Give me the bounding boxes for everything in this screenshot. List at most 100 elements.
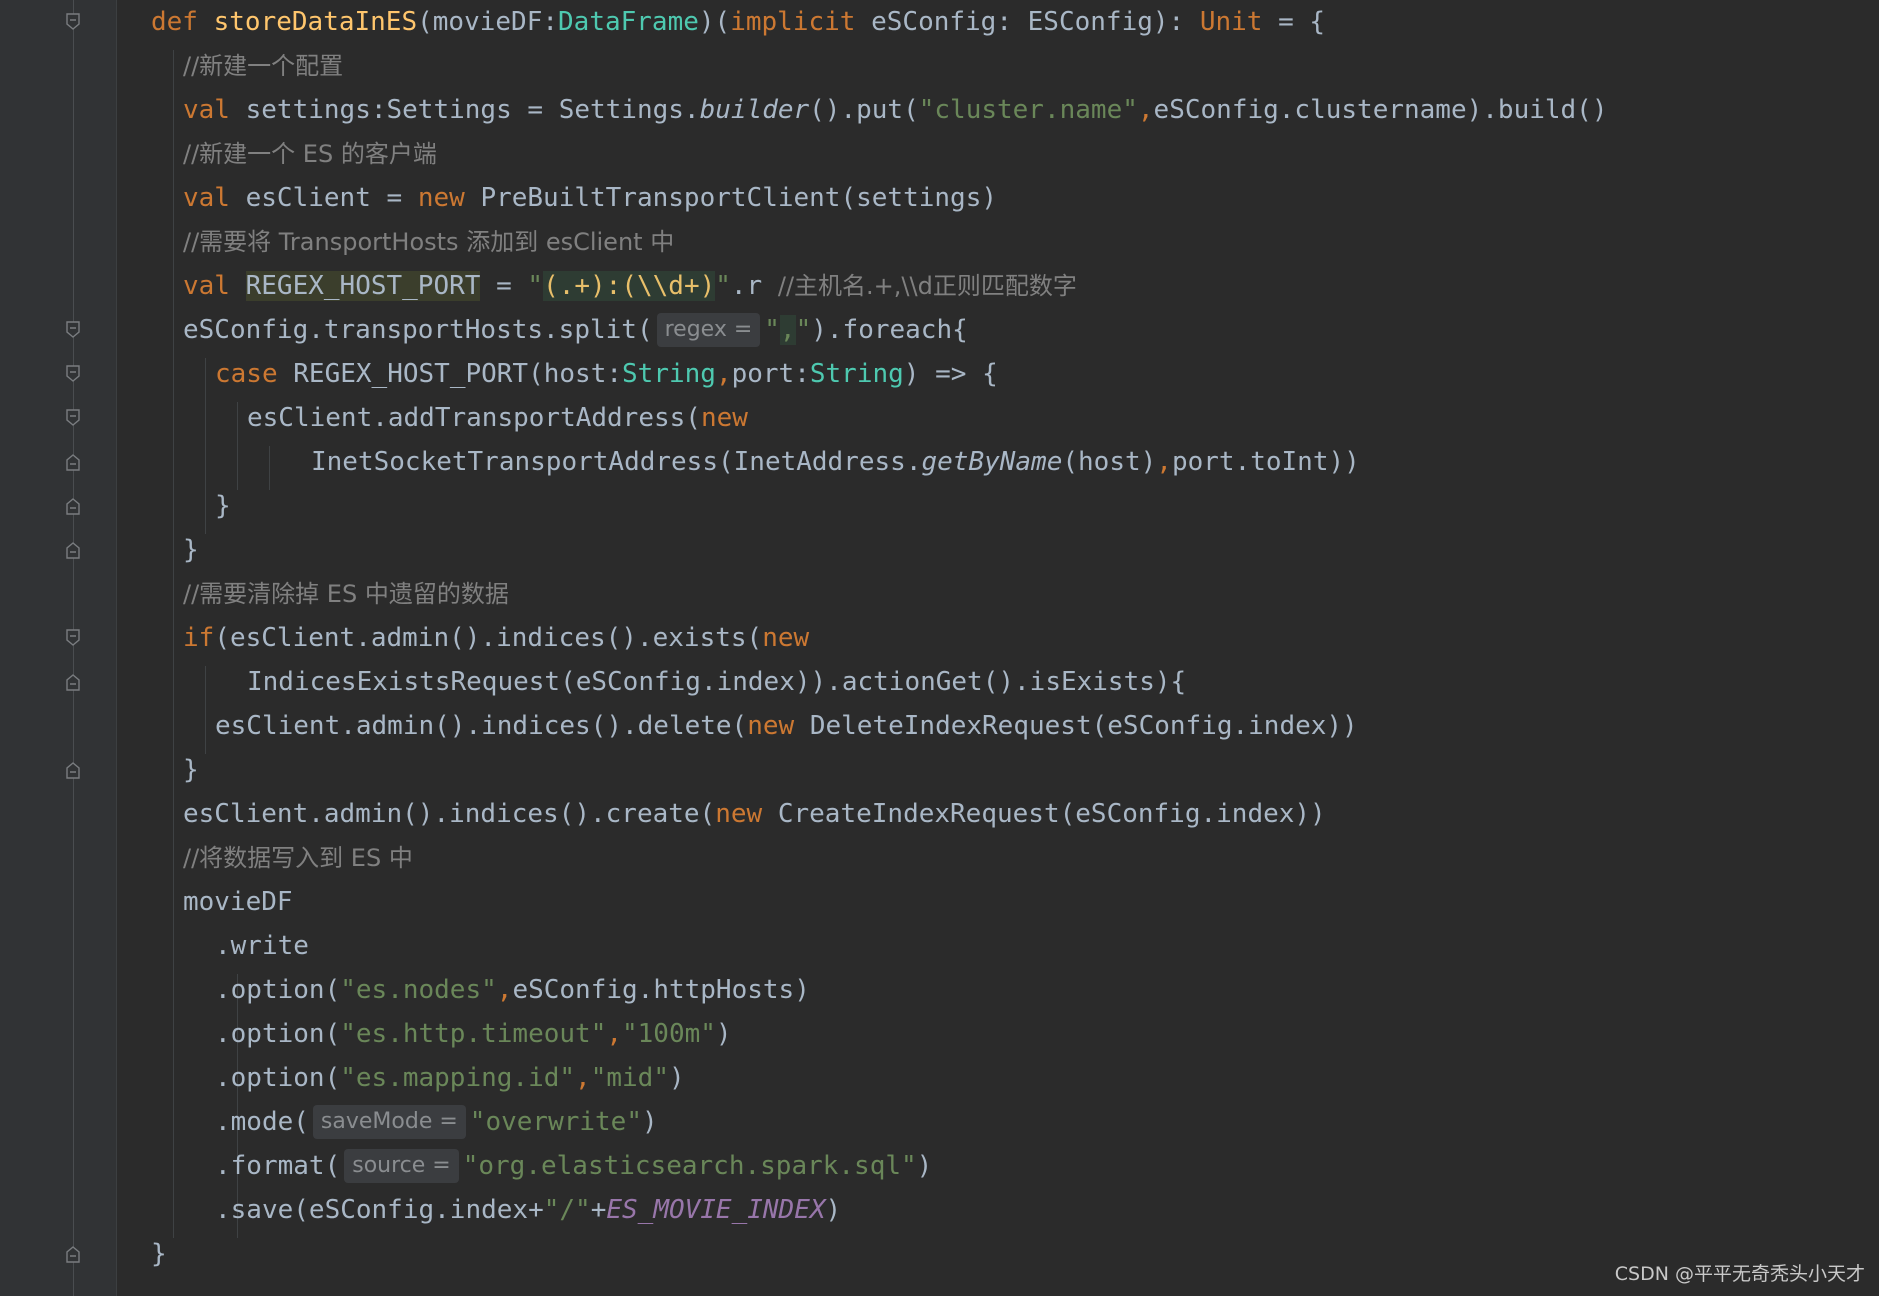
code-token: new bbox=[715, 799, 778, 829]
code-token: } bbox=[151, 1239, 167, 1269]
fold-close-icon[interactable] bbox=[65, 1244, 81, 1264]
code-token: REGEX_HOST_PORT(host: bbox=[293, 359, 623, 389]
code-token: (esClient.admin().indices().exists( bbox=[214, 623, 763, 653]
code-line: case REGEX_HOST_PORT(host:String,port:St… bbox=[215, 352, 998, 396]
code-line: .write bbox=[215, 924, 309, 968]
fold-open-icon[interactable] bbox=[65, 628, 81, 648]
code-token: Unit bbox=[1199, 7, 1263, 37]
fold-close-icon[interactable] bbox=[65, 496, 81, 516]
code-token: , bbox=[715, 359, 732, 389]
code-line: esClient.admin().indices().create(new Cr… bbox=[183, 792, 1326, 836]
code-token: implicit bbox=[730, 7, 872, 37]
code-token: "es.http.timeout" bbox=[340, 1019, 607, 1049]
code-line: //需要将 TransportHosts 添加到 esClient 中 bbox=[183, 220, 674, 264]
fold-open-icon[interactable] bbox=[65, 364, 81, 384]
code-token: , bbox=[779, 315, 796, 345]
code-token: eSConfig.clustername).build() bbox=[1153, 95, 1608, 125]
code-token: "cluster.name" bbox=[918, 95, 1138, 125]
code-token: , bbox=[575, 1063, 591, 1093]
code-token: movieDF bbox=[183, 887, 293, 917]
code-token: "100m" bbox=[622, 1019, 716, 1049]
code-token: val bbox=[183, 95, 246, 125]
code-token: .option( bbox=[215, 1019, 341, 1049]
code-line: .save(eSConfig.index+"/"+ES_MOVIE_INDEX) bbox=[215, 1188, 841, 1232]
editor-gutter bbox=[0, 0, 117, 1296]
fold-open-icon[interactable] bbox=[65, 12, 81, 32]
code-token: ) bbox=[825, 1195, 842, 1225]
code-token: port: bbox=[731, 359, 810, 389]
code-token: = bbox=[480, 271, 528, 301]
code-token: .format( bbox=[215, 1151, 341, 1181]
code-token: } bbox=[215, 491, 231, 521]
code-token: if bbox=[183, 623, 215, 653]
code-token: esClient.admin().indices().create( bbox=[183, 799, 716, 829]
code-token: ) => { bbox=[903, 359, 998, 389]
code-token: .option( bbox=[215, 975, 341, 1005]
code-token: "es.mapping.id" bbox=[340, 1063, 576, 1093]
code-token: //新建一个 ES 的客户端 bbox=[183, 140, 437, 168]
code-token: PreBuiltTransportClient(settings) bbox=[480, 183, 997, 213]
code-token: getByName bbox=[921, 447, 1063, 477]
code-token: val bbox=[183, 271, 246, 301]
fold-close-icon[interactable] bbox=[65, 672, 81, 692]
fold-close-icon[interactable] bbox=[65, 540, 81, 560]
parameter-hint: regex = bbox=[656, 313, 761, 347]
code-token: "mid" bbox=[590, 1063, 669, 1093]
code-token: .save(eSConfig.index+ bbox=[215, 1195, 544, 1225]
fold-close-icon[interactable] bbox=[65, 452, 81, 472]
indent-guide bbox=[269, 446, 270, 490]
code-token: " bbox=[527, 271, 544, 301]
code-line: //新建一个配置 bbox=[183, 44, 343, 88]
code-line: def storeDataInES(movieDF:DataFrame)(imp… bbox=[151, 0, 1325, 44]
code-line: } bbox=[215, 484, 231, 528]
code-token: ES_MOVIE_INDEX bbox=[606, 1195, 826, 1225]
code-token: esClient = bbox=[245, 183, 418, 213]
code-line: .option("es.mapping.id","mid") bbox=[215, 1056, 685, 1100]
code-line: val settings:Settings = Settings.builder… bbox=[183, 88, 1608, 132]
code-token: "/" bbox=[543, 1195, 591, 1225]
code-token: //主机名.+,\\d正则匹配数字 bbox=[777, 272, 1077, 300]
code-line: IndicesExistsRequest(eSConfig.index)).ac… bbox=[247, 660, 1186, 704]
watermark: CSDN @平平无奇秃头小天才 bbox=[1614, 1263, 1865, 1285]
code-token: case bbox=[215, 359, 294, 389]
code-line: eSConfig.transportHosts.split(regex = ","… bbox=[183, 308, 968, 352]
code-line: //将数据写入到 ES 中 bbox=[183, 836, 413, 880]
code-line: val esClient = new PreBuiltTransportClie… bbox=[183, 176, 997, 220]
code-line: movieDF bbox=[183, 880, 293, 924]
code-token: ().put( bbox=[809, 95, 919, 125]
gutter-fold-line bbox=[73, 0, 74, 1296]
code-token: InetSocketTransportAddress(InetAddress. bbox=[311, 447, 922, 477]
code-token: DeleteIndexRequest(eSConfig.index)) bbox=[809, 711, 1358, 741]
code-token: REGEX_HOST_PORT bbox=[245, 271, 481, 301]
code-token: (movieDF: bbox=[417, 7, 559, 37]
code-line: .option("es.nodes",eSConfig.httpHosts) bbox=[215, 968, 810, 1012]
code-line: esClient.addTransportAddress(new bbox=[247, 396, 748, 440]
code-line: } bbox=[183, 748, 199, 792]
code-token: , bbox=[1137, 95, 1154, 125]
code-token: CreateIndexRequest(eSConfig.index)) bbox=[777, 799, 1326, 829]
indent-guide bbox=[237, 402, 238, 490]
code-token: //将数据写入到 ES 中 bbox=[183, 844, 413, 872]
code-token: def bbox=[151, 7, 214, 37]
code-token: new bbox=[747, 711, 810, 741]
code-token: ) bbox=[916, 1151, 933, 1181]
code-token: //需要将 TransportHosts 添加到 esClient 中 bbox=[183, 228, 675, 256]
fold-close-icon[interactable] bbox=[65, 760, 81, 780]
fold-open-icon[interactable] bbox=[65, 408, 81, 428]
parameter-hint: source = bbox=[344, 1149, 459, 1183]
code-token: eSConfig: ESConfig): bbox=[871, 7, 1200, 37]
code-line: //需要清除掉 ES 中遗留的数据 bbox=[183, 572, 509, 616]
code-token: , bbox=[606, 1019, 622, 1049]
code-token: new bbox=[700, 403, 748, 433]
code-token: } bbox=[183, 535, 199, 565]
code-token: + bbox=[590, 1195, 607, 1225]
code-token: .option( bbox=[215, 1063, 341, 1093]
code-token: " bbox=[715, 271, 731, 301]
code-line: InetSocketTransportAddress(InetAddress.g… bbox=[311, 440, 1360, 484]
code-editor[interactable]: def storeDataInES(movieDF:DataFrame)(imp… bbox=[116, 0, 1879, 1296]
code-token: ).foreach{ bbox=[811, 315, 968, 345]
code-token: "es.nodes" bbox=[340, 975, 497, 1005]
code-token: = { bbox=[1262, 7, 1326, 37]
indent-guide bbox=[205, 666, 206, 754]
fold-open-icon[interactable] bbox=[65, 320, 81, 340]
